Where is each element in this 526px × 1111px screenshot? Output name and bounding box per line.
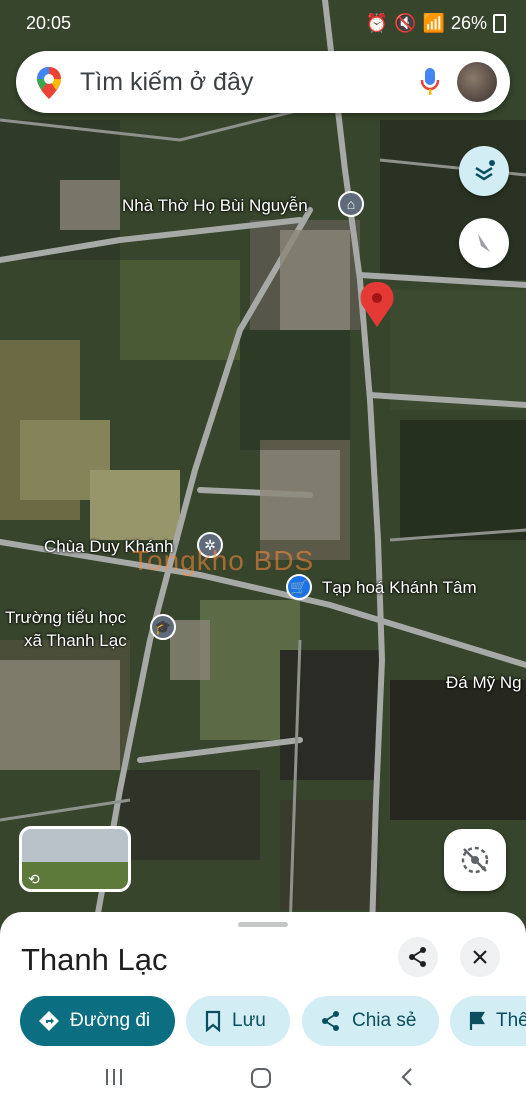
layers-icon	[475, 160, 495, 181]
bookmark-icon	[205, 1010, 221, 1032]
more-label: Thê	[496, 1010, 526, 1031]
map-label-school-line2[interactable]: xã Thanh Lạc	[24, 631, 127, 651]
share-icon	[409, 947, 426, 967]
more-action-button[interactable]: Thê	[450, 996, 526, 1046]
avatar[interactable]	[457, 62, 497, 102]
satellite-imagery	[0, 0, 526, 930]
map-label-da-my[interactable]: Đá Mỹ Ng	[446, 673, 522, 693]
battery-level: 26%	[450, 13, 487, 33]
school-icon[interactable]: 🎓	[150, 614, 176, 640]
directions-label: Đường đi	[70, 1010, 151, 1031]
directions-icon	[39, 1011, 59, 1031]
directions-button[interactable]: Đường đi	[20, 996, 175, 1046]
save-button[interactable]: Lưu	[186, 996, 290, 1046]
map-label-school-line1[interactable]: Trường tiểu học	[5, 608, 126, 628]
map-view[interactable]: Nhà Thờ Họ Bùi Nguyễn ⌂ Chùa Duy Khánh ✲…	[0, 0, 526, 930]
home-icon[interactable]	[250, 1067, 272, 1094]
compass-button[interactable]	[459, 218, 509, 268]
360-view-icon: ⟲	[28, 871, 40, 887]
watermark: Tongkho BDS	[132, 545, 315, 576]
wifi-icon: 📶	[422, 13, 445, 33]
battery-icon	[493, 14, 506, 33]
share-chip-button[interactable]: Chia sẻ	[302, 996, 439, 1046]
close-icon	[473, 950, 487, 964]
map-label-store[interactable]: Tạp hoá Khánh Tâm	[322, 578, 477, 598]
status-icons: ⏰ 🔇 📶 26%	[366, 13, 506, 34]
recents-icon[interactable]	[104, 1067, 124, 1092]
street-view-thumbnail[interactable]: ⟲	[19, 826, 131, 892]
close-button[interactable]	[460, 937, 500, 977]
mute-icon: 🔇	[394, 13, 417, 33]
system-nav-bar	[0, 1053, 526, 1111]
drag-handle[interactable]	[238, 922, 288, 927]
place-title: Thanh Lạc	[21, 942, 168, 977]
location-button[interactable]	[444, 829, 506, 891]
shopping-cart-icon[interactable]: 🛒	[286, 574, 312, 600]
location-off-icon	[461, 846, 489, 874]
search-input[interactable]: Tìm kiếm ở đây	[80, 68, 253, 97]
layers-button[interactable]	[459, 146, 509, 196]
back-icon[interactable]	[400, 1067, 414, 1092]
alarm-icon: ⏰	[365, 13, 389, 33]
microphone-icon[interactable]	[420, 67, 440, 102]
google-maps-logo-icon	[36, 66, 62, 105]
search-bar[interactable]: Tìm kiếm ở đây	[16, 51, 510, 113]
share-button[interactable]	[398, 937, 438, 977]
share-label: Chia sẻ	[352, 1010, 417, 1031]
compass-icon	[478, 234, 490, 252]
save-label: Lưu	[232, 1010, 266, 1031]
status-time: 20:05	[26, 13, 72, 33]
monument-icon[interactable]: ⌂	[338, 191, 364, 217]
flag-icon	[469, 1011, 485, 1030]
share-icon	[322, 1011, 339, 1031]
status-bar: 20:05 ⏰ 🔇 📶 26%	[0, 0, 526, 46]
map-label-church[interactable]: Nhà Thờ Họ Bùi Nguyễn	[122, 196, 308, 216]
